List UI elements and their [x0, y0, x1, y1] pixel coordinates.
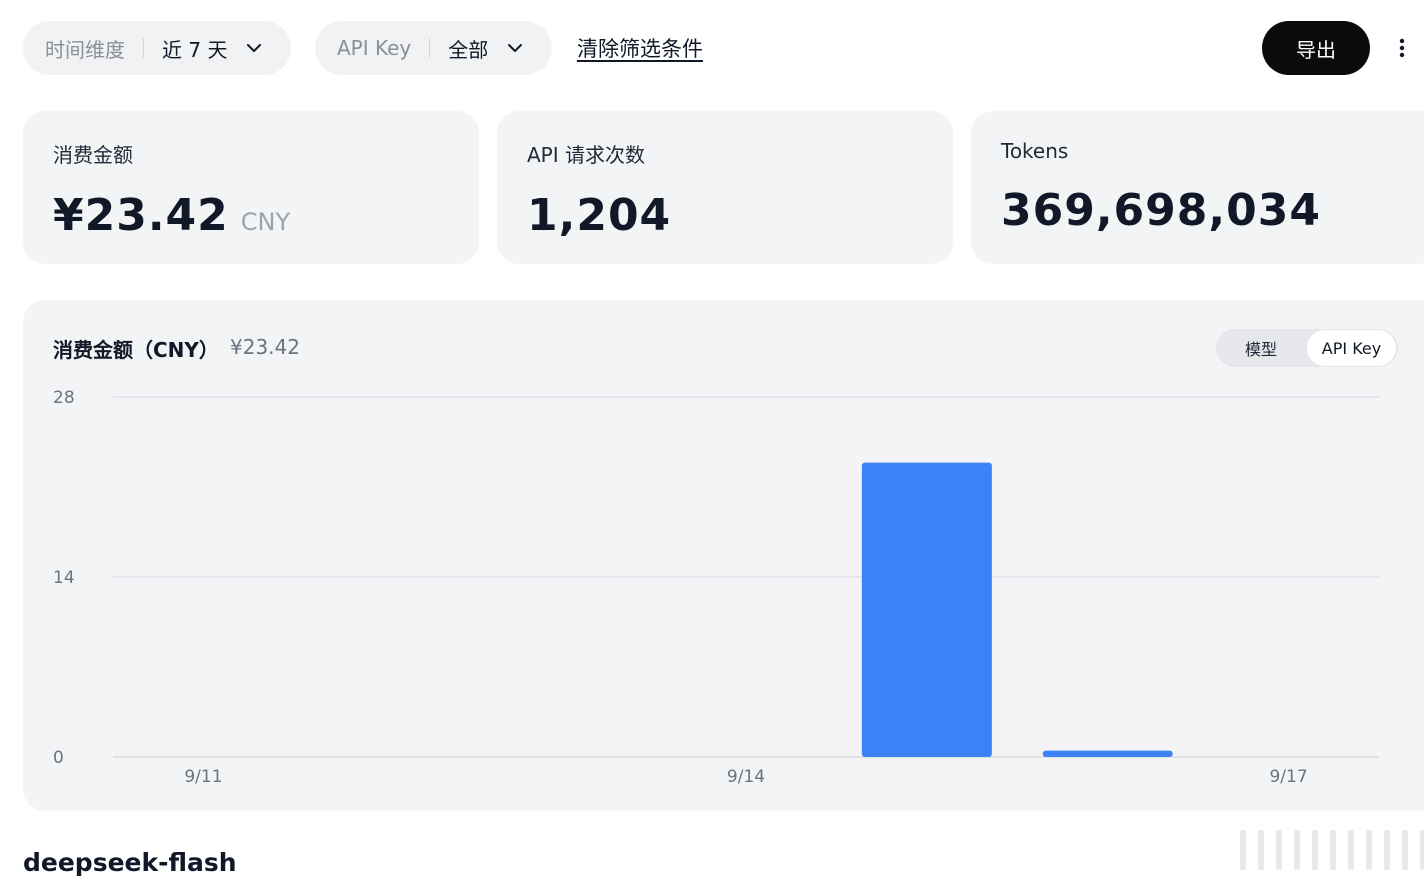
time-range-value: 近 7 天	[162, 37, 228, 62]
loading-placeholder	[1240, 830, 1424, 870]
api-key-filter[interactable]: API Key 全部	[315, 21, 552, 75]
time-range-filter[interactable]: 时间维度 近 7 天	[23, 21, 291, 75]
x-tick-label: 9/14	[727, 767, 765, 787]
stat-value: 1,204	[527, 190, 672, 241]
y-tick-label: 28	[53, 388, 75, 408]
stat-unit: CNY	[240, 208, 291, 236]
api-key-filter-label: API Key	[337, 36, 412, 60]
stat-label: 消费金额	[53, 143, 133, 167]
cost-chart-panel: 消费金额（CNY） ¥23.42 模型 API Key 0 14 28 9/11 9/1…	[23, 300, 1424, 811]
filter-divider	[429, 38, 431, 58]
chevron-down-icon	[245, 39, 263, 57]
export-button[interactable]: 导出	[1262, 21, 1370, 75]
bar-9-15	[861, 462, 992, 757]
clear-filters-link[interactable]: 清除筛选条件	[577, 33, 703, 63]
bar-9-16	[1042, 750, 1173, 757]
stat-label: API 请求次数	[527, 143, 645, 167]
stat-value: ¥23.42	[53, 190, 229, 241]
time-range-label: 时间维度	[45, 37, 125, 62]
bar-chart: 0 14 28 9/11 9/14 9/17	[53, 388, 1379, 787]
filter-divider	[143, 38, 144, 58]
stat-card-requests: API 请求次数 1,204	[497, 111, 953, 264]
y-tick-label: 14	[53, 568, 75, 588]
stat-card-tokens: Tokens 369,698,034	[971, 111, 1424, 264]
stat-card-cost: 消费金额 ¥23.42 CNY	[23, 111, 479, 264]
y-tick-label: 0	[53, 748, 64, 768]
section-title: deepseek-flash	[23, 848, 237, 877]
more-vertical-icon[interactable]	[1388, 30, 1416, 66]
x-tick-label: 9/17	[1269, 767, 1307, 787]
api-key-filter-value: 全部	[448, 37, 489, 62]
x-tick-label: 9/11	[184, 767, 222, 787]
stat-value: 369,698,034	[1001, 185, 1321, 236]
chevron-down-icon	[506, 39, 524, 57]
stat-label: Tokens	[1001, 139, 1069, 163]
